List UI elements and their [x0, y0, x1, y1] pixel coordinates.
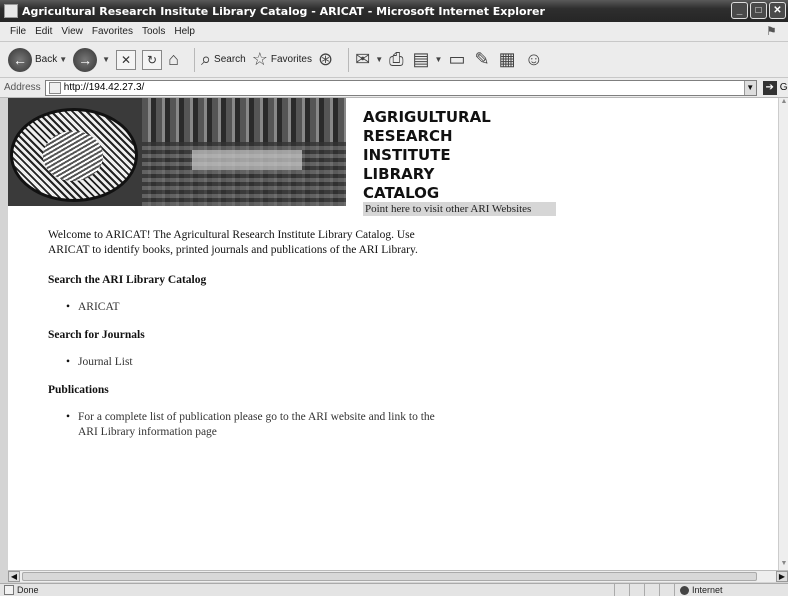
- minimize-button[interactable]: _: [731, 2, 748, 19]
- security-zone: Internet: [680, 585, 723, 595]
- vertical-scrollbar[interactable]: ▲ ▼: [778, 98, 788, 570]
- print-icon: ⎙: [389, 49, 404, 69]
- welcome-text: Welcome to ARICAT! The Agricultural Rese…: [48, 229, 418, 256]
- title-line: INSTITUTE: [363, 146, 451, 164]
- search-label: Search: [214, 54, 246, 65]
- back-label: Back: [35, 54, 58, 65]
- title-line: AGRIGULTURAL: [363, 108, 491, 126]
- status-bar: Done Internet: [0, 583, 788, 596]
- page-viewport: AGRIGULTURAL RESEARCH INSTITUTE LIBRARY …: [8, 98, 778, 570]
- section-heading-catalog: Search the ARI Library Catalog: [48, 274, 207, 286]
- menu-bar: File Edit View Favorites Tools Help ⚑: [0, 22, 788, 42]
- catalog-list: ARICAT: [48, 300, 448, 315]
- history-button[interactable]: ⊛: [318, 49, 336, 70]
- publications-info-text: For a complete list of publication pleas…: [66, 410, 448, 440]
- window-title: Agricultural Research Insitute Library C…: [22, 4, 545, 18]
- go-button[interactable]: ➔ Go: [762, 80, 788, 95]
- horizontal-scrollbar[interactable]: ◀ ▶: [8, 570, 788, 582]
- search-icon: ⌕: [200, 49, 212, 69]
- grid-tool-icon: ▦: [498, 49, 516, 69]
- scroll-up-icon[interactable]: ▲: [779, 98, 788, 108]
- page-icon: [48, 81, 61, 94]
- favorites-star-icon: ☆: [251, 49, 268, 69]
- print-button[interactable]: ⎙: [389, 49, 406, 70]
- favorites-button[interactable]: ☆ Favorites: [252, 49, 312, 70]
- section-heading-journals: Search for Journals: [48, 329, 145, 341]
- toolbar-separator: [348, 47, 350, 72]
- menu-file[interactable]: File: [10, 26, 26, 37]
- refresh-icon[interactable]: ↻: [142, 49, 163, 70]
- discuss-icon: ▭: [448, 49, 466, 69]
- research-icon: ✎: [474, 49, 490, 69]
- home-icon: ⌂: [168, 49, 179, 69]
- standard-toolbar: ← Back ▼ → ▼ ✕ ↻ ⌂ ⌕ Search ☆ Favorites …: [0, 42, 788, 78]
- back-arrow-icon: ←: [8, 47, 32, 72]
- messenger-icon: ☺: [524, 49, 543, 69]
- research-button[interactable]: ✎: [474, 49, 492, 70]
- menu-edit[interactable]: Edit: [35, 26, 52, 37]
- history-icon: ⊛: [318, 49, 334, 69]
- toolbar-separator: [193, 47, 195, 72]
- publications-list: For a complete list of publication pleas…: [48, 410, 448, 440]
- stop-icon[interactable]: ✕: [116, 49, 137, 70]
- mail-button[interactable]: ✉ ▼: [355, 49, 383, 70]
- title-line: CATALOG: [363, 184, 440, 202]
- back-button[interactable]: ← Back ▼: [8, 47, 67, 72]
- go-arrow-icon: ➔: [762, 80, 777, 95]
- library-photo: [142, 98, 346, 206]
- catalog-title: AGRIGULTURAL RESEARCH INSTITUTE LIBRARY …: [363, 108, 563, 203]
- ari-seal-logo: [10, 108, 138, 202]
- scroll-left-icon[interactable]: ◀: [8, 571, 20, 582]
- title-line: RESEARCH: [363, 127, 453, 145]
- horizontal-scroll-thumb[interactable]: [22, 572, 757, 581]
- journal-list-link[interactable]: Journal List: [66, 355, 448, 370]
- menu-tools[interactable]: Tools: [142, 26, 165, 37]
- search-button[interactable]: ⌕ Search: [201, 49, 246, 70]
- address-dropdown-icon[interactable]: ▼: [743, 80, 756, 95]
- status-text: Done: [17, 585, 39, 595]
- mail-dropdown-icon[interactable]: ▼: [375, 55, 383, 64]
- header-banner-image: [8, 98, 346, 206]
- page-status-icon: [4, 585, 14, 595]
- main-content: Welcome to ARICAT! The Agricultural Rese…: [48, 228, 448, 454]
- ari-websites-link[interactable]: Point here to visit other ARI Websites: [363, 202, 556, 216]
- window-title-bar: Agricultural Research Insitute Library C…: [0, 0, 788, 22]
- forward-button[interactable]: → ▼: [73, 47, 110, 72]
- qr-tool-button[interactable]: ▦: [499, 49, 519, 70]
- address-label: Address: [4, 82, 41, 93]
- section-heading-publications: Publications: [48, 384, 109, 396]
- scroll-down-icon[interactable]: ▼: [779, 560, 788, 570]
- address-input[interactable]: [63, 82, 744, 93]
- internet-globe-icon: [680, 585, 689, 595]
- menu-favorites[interactable]: Favorites: [92, 26, 133, 37]
- go-label: Go: [779, 82, 788, 93]
- home-button[interactable]: ⌂: [168, 49, 182, 70]
- back-dropdown-icon[interactable]: ▼: [59, 55, 67, 64]
- menu-view[interactable]: View: [61, 26, 83, 37]
- maximize-button[interactable]: □: [750, 2, 767, 19]
- close-button[interactable]: ✕: [769, 2, 786, 19]
- address-field[interactable]: ▼: [44, 79, 757, 96]
- favorites-label: Favorites: [270, 54, 312, 65]
- ie-app-icon[interactable]: [4, 4, 18, 18]
- status-panes: [600, 584, 675, 596]
- address-bar: Address ▼ ➔ Go: [0, 78, 788, 98]
- menu-help[interactable]: Help: [174, 26, 195, 37]
- mail-icon: ✉: [355, 49, 371, 69]
- aricat-link[interactable]: ARICAT: [66, 300, 448, 315]
- title-line: LIBRARY: [363, 165, 435, 183]
- zone-label: Internet: [692, 585, 723, 595]
- messenger-button[interactable]: ☺: [525, 49, 546, 70]
- edit-dropdown-icon[interactable]: ▼: [435, 55, 443, 64]
- windows-logo-icon: ⚑: [766, 24, 777, 38]
- edit-button[interactable]: ▤ ▼: [413, 49, 443, 70]
- discuss-button[interactable]: ▭: [448, 49, 468, 70]
- journals-list: Journal List: [48, 355, 448, 370]
- scroll-right-icon[interactable]: ▶: [776, 571, 788, 582]
- edit-page-icon: ▤: [412, 49, 430, 69]
- forward-arrow-icon: →: [73, 47, 98, 72]
- forward-dropdown-icon[interactable]: ▼: [102, 55, 110, 64]
